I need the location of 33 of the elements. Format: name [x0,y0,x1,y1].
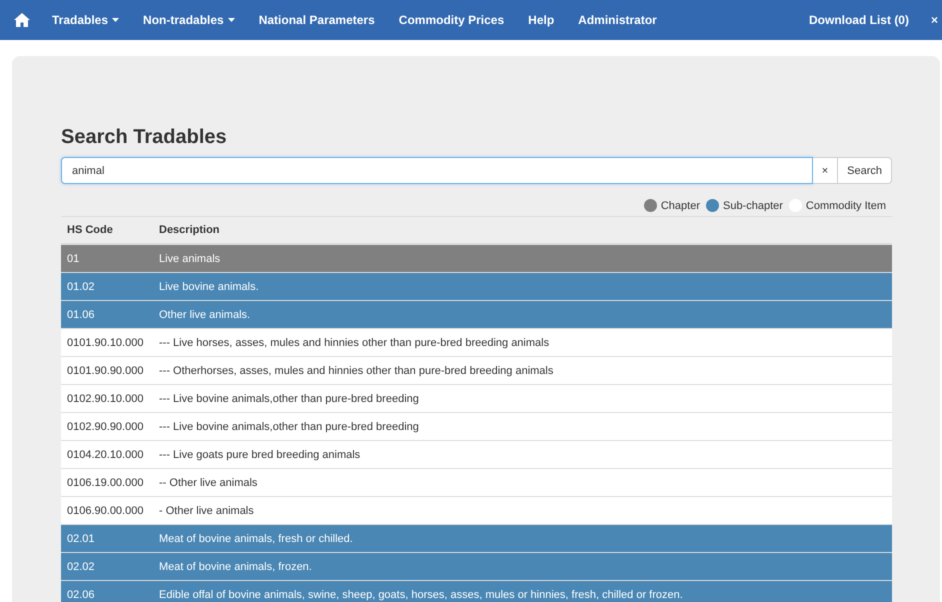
table-row[interactable]: 0102.90.10.000 --- Live bovine animals,other than pure-bred breeding [61,384,892,412]
home-icon [14,13,30,27]
table-row[interactable]: 02.02 Meat of bovine animals, frozen. [61,552,892,580]
table-row[interactable]: 0104.20.10.000 --- Live goats pure bred breeding animals [61,440,892,468]
nav-link[interactable]: Non-tradables [131,13,247,27]
table-row[interactable]: 0106.19.00.000 -- Other live animals [61,468,892,496]
legend-label: Chapter [660,200,700,212]
caret-icon [112,18,120,22]
search-field[interactable]: animal [61,157,813,184]
search-button[interactable]: Search [838,157,892,184]
legend-label: Sub-chapter [722,200,783,212]
table-row[interactable]: 01.02 Live bovine animals. [61,272,892,300]
page-title: Search Tradables [61,126,228,149]
nav-link[interactable]: Tradables [40,13,132,27]
table-row[interactable]: 0106.90.00.000 - Other live animals [61,496,892,524]
table-row[interactable]: 01.06 Other live animals. [61,300,892,328]
table-cell: 02.06 [61,580,153,602]
table-cell: Edible offal of bovine animals, swine, sheep, goats, horses, asses, mules or hinnies, fresh, chilled or frozen. [153,580,892,602]
nav-link[interactable]: Help [516,13,566,27]
download-list-link[interactable]: Download List (0) [796,13,921,27]
close-link[interactable]: × [920,13,942,27]
table-row[interactable]: 0101.90.90.000 --- Otherhorses, asses, mules and hinnies other than pure-bred breeding animals [61,356,892,384]
caret-icon [228,18,235,22]
table-row[interactable]: 01 Live animals [61,244,892,272]
nav-link[interactable]: National Parameters [246,13,387,27]
legend-label: Commodity Item [806,200,886,212]
nav-link[interactable]: Administrator [566,13,669,27]
table-row[interactable]: 0101.90.10.000 --- Live horses, asses, mules and hinnies other than pure-bred breeding animals [61,328,892,356]
table-row[interactable]: 02.01 Meat of bovine animals, fresh or chilled. [61,524,892,552]
clear-button[interactable]: × [812,157,838,184]
nav-link[interactable]: Commodity Prices [386,13,516,27]
table-row[interactable]: 0102.90.90.000 --- Live bovine animals,other than pure-bred breeding [61,412,892,440]
table-row[interactable]: 02.06 Edible offal of bovine animals, swine, sheep, goats, horses, asses, mules or hinnies, fresh, chilled or frozen. [61,580,892,602]
